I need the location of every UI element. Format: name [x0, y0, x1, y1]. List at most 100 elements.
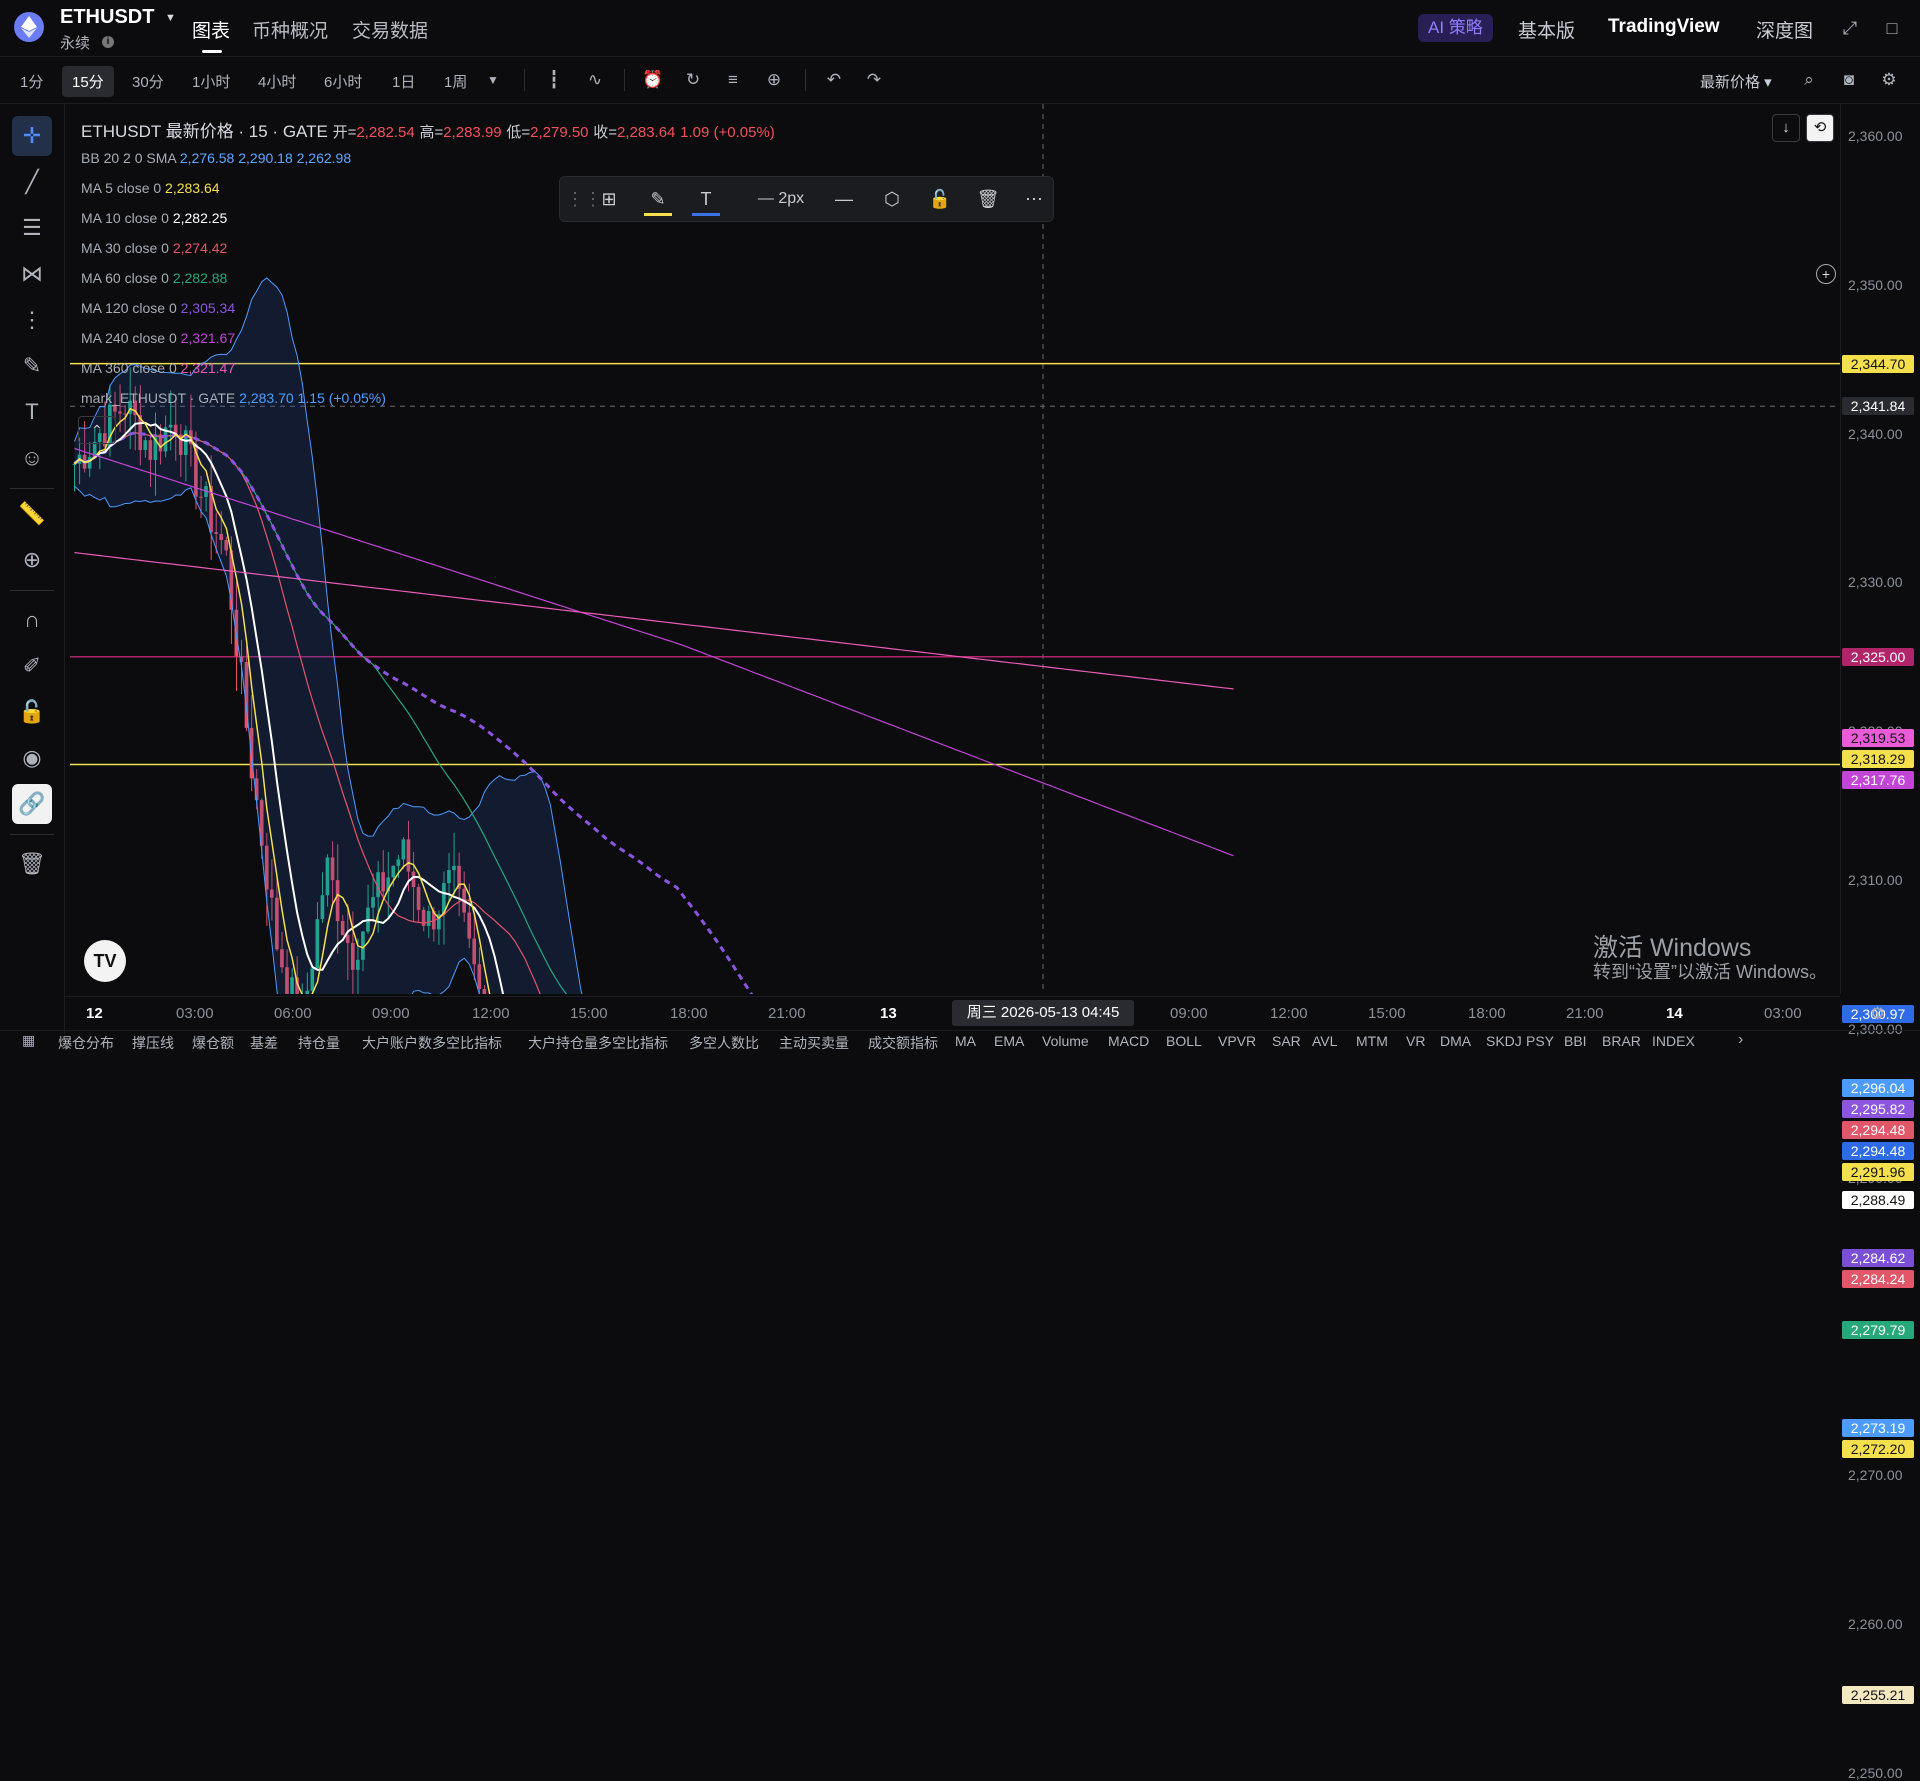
- tab-trading-data[interactable]: 交易数据: [352, 16, 428, 43]
- indicator-item[interactable]: 主动买卖量: [779, 1033, 849, 1053]
- tab-chart[interactable]: 图表: [192, 16, 230, 43]
- indicator-item[interactable]: MACD: [1108, 1033, 1149, 1049]
- settings-hex-icon[interactable]: ⬡: [878, 187, 906, 211]
- indicator-item[interactable]: BBI: [1564, 1033, 1587, 1049]
- camera-icon[interactable]: ◙: [1838, 69, 1860, 91]
- legend-indicator-row[interactable]: MA 60 close 0 2,282.88: [81, 270, 227, 286]
- add-alert-plus-icon[interactable]: +: [1816, 264, 1836, 284]
- drag-handle-icon[interactable]: ⋮⋮: [566, 187, 602, 211]
- view-tradingview[interactable]: TradingView: [1608, 16, 1720, 38]
- indicator-item[interactable]: AVL: [1312, 1033, 1337, 1049]
- indicator-item[interactable]: INDEX: [1652, 1033, 1695, 1049]
- pattern-tool-icon[interactable]: ⋈: [12, 254, 52, 294]
- trash-icon[interactable]: 🗑: [12, 844, 52, 884]
- settings-gear-icon[interactable]: ⚙: [1878, 69, 1900, 91]
- legend-indicator-row[interactable]: MA 30 close 0 2,274.42: [81, 240, 227, 256]
- crosshair-tool-icon[interactable]: ✛: [12, 116, 52, 156]
- timeframe-1m[interactable]: 1分: [20, 71, 43, 92]
- trash-icon[interactable]: 🗑: [974, 187, 1002, 211]
- timeframe-1h[interactable]: 1小时: [192, 71, 230, 92]
- indicator-item[interactable]: VPVR: [1218, 1033, 1256, 1049]
- line-width-select[interactable]: — 2px: [744, 187, 818, 211]
- indicator-item[interactable]: EMA: [994, 1033, 1024, 1049]
- price-type-select[interactable]: 最新价格 ▾: [1700, 71, 1772, 92]
- indicator-item[interactable]: 大户账户数多空比指标: [362, 1033, 502, 1053]
- indicator-item[interactable]: Volume: [1042, 1033, 1089, 1049]
- text-color-icon[interactable]: T: [692, 187, 720, 216]
- legend-indicator-row[interactable]: MA 5 close 0 2,283.64: [81, 180, 220, 196]
- indicator-item[interactable]: 大户持仓量多空比指标: [528, 1033, 668, 1053]
- legend-indicator-row[interactable]: MA 240 close 0 2,321.67: [81, 330, 235, 346]
- indicator-item[interactable]: SAR: [1272, 1033, 1301, 1049]
- symbol-dropdown-icon[interactable]: ▼: [165, 12, 176, 24]
- line-color-icon[interactable]: ✎: [644, 187, 672, 216]
- indicator-item[interactable]: BOLL: [1166, 1033, 1202, 1049]
- horizontal-lines-tool-icon[interactable]: ☰: [12, 208, 52, 248]
- indicators-icon[interactable]: ∿: [584, 69, 606, 91]
- legend-indicator-row[interactable]: mark_ETHUSDT · GATE 2,283.70 1.15 (+0.05…: [81, 390, 386, 406]
- legend-indicator-row[interactable]: BB 20 2 0 SMA 2,276.58 2,290.18 2,262.98: [81, 150, 351, 166]
- indicator-item[interactable]: MA: [955, 1033, 976, 1049]
- more-icon[interactable]: ⋯: [1020, 187, 1048, 211]
- legend-indicator-row[interactable]: MA 120 close 0 2,305.34: [81, 300, 235, 316]
- timeframe-4h[interactable]: 4小时: [258, 71, 296, 92]
- indicator-item[interactable]: BRAR: [1602, 1033, 1641, 1049]
- time-settings-icon[interactable]: ⚙: [1870, 1004, 1885, 1024]
- brush-tool-icon[interactable]: ✎: [12, 346, 52, 386]
- tab-coin-overview[interactable]: 币种概况: [252, 16, 328, 43]
- timeframe-1d[interactable]: 1日: [392, 71, 415, 92]
- timeframe-30m[interactable]: 30分: [132, 71, 164, 92]
- lock-icon[interactable]: 🔓: [12, 692, 52, 732]
- undo-icon[interactable]: ↶: [823, 69, 845, 91]
- templates-icon[interactable]: ≡: [722, 69, 744, 91]
- price-chart[interactable]: [70, 104, 1840, 994]
- text-tool-icon[interactable]: T: [12, 392, 52, 432]
- lock-drawing-icon[interactable]: ✐: [12, 646, 52, 686]
- auto-scale-icon[interactable]: ⟲: [1806, 114, 1834, 142]
- line-style-icon[interactable]: —: [830, 187, 858, 211]
- symbol-name[interactable]: ETHUSDT: [60, 6, 154, 29]
- next-chevron-icon[interactable]: ›: [1738, 1031, 1743, 1049]
- price-axis[interactable]: [1840, 104, 1920, 994]
- fullscreen-icon[interactable]: □: [1882, 18, 1902, 38]
- indicator-item[interactable]: SKDJ: [1486, 1033, 1522, 1049]
- link-icon[interactable]: 🔗: [12, 784, 52, 824]
- ai-strategy-button[interactable]: AI 策略: [1418, 14, 1493, 42]
- candle-type-icon[interactable]: ┇: [543, 69, 565, 91]
- template-icon[interactable]: ⊞: [596, 187, 622, 211]
- indicator-item[interactable]: 撑压线: [132, 1033, 174, 1053]
- info-icon[interactable]: i: [102, 36, 114, 48]
- alert-icon[interactable]: ⏰: [642, 69, 664, 91]
- timeframe-dropdown-icon[interactable]: ▼: [482, 69, 504, 91]
- indicator-item[interactable]: 基差: [250, 1033, 278, 1053]
- indicator-item[interactable]: PSY: [1526, 1033, 1554, 1049]
- lock-icon[interactable]: 🔓: [926, 187, 954, 211]
- replay-icon[interactable]: ↻: [682, 69, 704, 91]
- timeframe-6h[interactable]: 6小时: [324, 71, 362, 92]
- legend-indicator-row[interactable]: MA 10 close 0 2,282.25: [81, 210, 227, 226]
- expand-icon[interactable]: ⤢: [1840, 18, 1860, 38]
- scroll-down-icon[interactable]: ↓: [1772, 114, 1800, 142]
- timeframe-15m[interactable]: 15分: [62, 66, 114, 97]
- indicator-item[interactable]: 多空人数比: [689, 1033, 759, 1053]
- chart-area[interactable]: [70, 104, 1840, 994]
- legend-collapse-button[interactable]: ⌃: [78, 416, 116, 444]
- zoom-in-tool-icon[interactable]: ⊕: [12, 540, 52, 580]
- legend-indicator-row[interactable]: MA 360 close 0 2,321.47: [81, 360, 235, 376]
- indicator-item[interactable]: 爆仓分布: [58, 1033, 114, 1053]
- indicator-item[interactable]: DMA: [1440, 1033, 1471, 1049]
- emoji-tool-icon[interactable]: ☺: [12, 438, 52, 478]
- indicator-item[interactable]: 持仓量: [298, 1033, 340, 1053]
- indicator-item[interactable]: MTM: [1356, 1033, 1388, 1049]
- indicator-item[interactable]: 成交额指标: [868, 1033, 938, 1053]
- timeframe-1w[interactable]: 1周: [444, 71, 467, 92]
- view-basic[interactable]: 基本版: [1518, 16, 1575, 43]
- indicator-item[interactable]: 爆仓额: [192, 1033, 234, 1053]
- fib-tool-icon[interactable]: ⋮: [12, 300, 52, 340]
- trendline-tool-icon[interactable]: ╱: [12, 162, 52, 202]
- calendar-icon[interactable]: ▦: [22, 1032, 35, 1049]
- eye-icon[interactable]: ◉: [12, 738, 52, 778]
- add-plus-icon[interactable]: ⊕: [763, 69, 785, 91]
- redo-icon[interactable]: ↷: [863, 69, 885, 91]
- indicator-item[interactable]: VR: [1406, 1033, 1425, 1049]
